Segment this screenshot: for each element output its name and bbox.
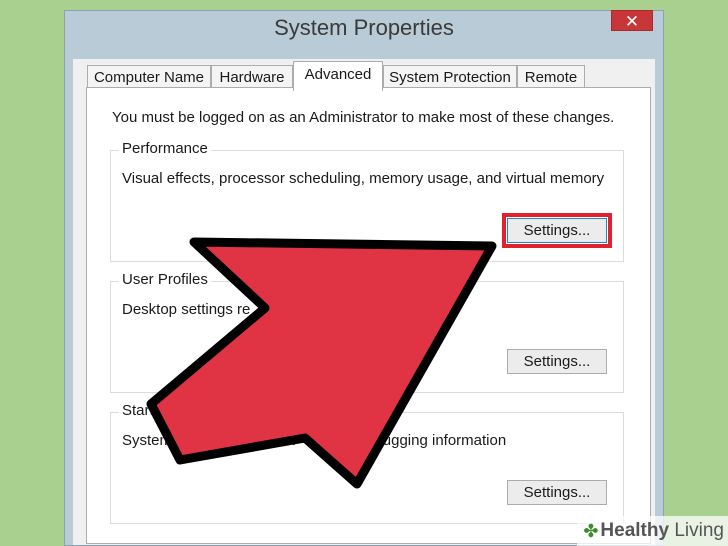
performance-group: Performance Visual effects, processor sc… bbox=[110, 140, 624, 262]
highlight-box bbox=[502, 213, 612, 248]
group-title: Performance bbox=[119, 140, 211, 157]
admin-notice: You must be logged on as an Administrato… bbox=[112, 109, 615, 126]
group-description: Desktop settings re bbox=[122, 301, 251, 318]
window-title: System Properties bbox=[274, 15, 454, 40]
close-button[interactable]: ✕ bbox=[611, 10, 653, 31]
tab-label: Advanced bbox=[304, 66, 372, 83]
watermark-brand-light: Living bbox=[674, 520, 724, 541]
close-icon: ✕ bbox=[624, 12, 640, 31]
startup-recovery-group: Startup d Recovery System startup, system… bbox=[110, 402, 624, 524]
tab-label: Hardware bbox=[219, 69, 285, 86]
watermark-text: Healthy Living bbox=[600, 520, 724, 542]
tab-label: Computer Name bbox=[93, 69, 205, 86]
watermark-brand-bold: Healthy bbox=[600, 520, 670, 541]
startup-recovery-settings-button[interactable]: Settings... bbox=[507, 480, 607, 505]
tab-label: System Protection bbox=[389, 69, 511, 86]
group-description: Visual effects, processor scheduling, me… bbox=[122, 170, 605, 187]
group-title-start: Startup bbox=[122, 402, 171, 419]
user-profiles-group: User Profiles Desktop settings re Settin… bbox=[110, 271, 624, 393]
button-label: Settings... bbox=[523, 353, 591, 370]
group-description: System startup, system fa and debugging i… bbox=[122, 432, 506, 449]
group-description-end: and debugging information bbox=[328, 432, 507, 449]
tab-label: Remote bbox=[524, 69, 578, 86]
group-title-end: d Recovery bbox=[220, 402, 297, 419]
healthy-living-watermark: ✤ Healthy Living bbox=[577, 516, 728, 546]
tab-advanced[interactable]: Advanced bbox=[293, 61, 383, 91]
leaf-icon: ✤ bbox=[583, 520, 599, 541]
button-label: Settings... bbox=[523, 484, 591, 501]
user-profiles-settings-button[interactable]: Settings... bbox=[507, 349, 607, 374]
group-title: Startup d Recovery bbox=[119, 402, 300, 419]
performance-settings-button[interactable]: Settings... bbox=[502, 213, 612, 248]
title-bar[interactable]: System Properties ✕ bbox=[65, 10, 663, 59]
group-description-start: System startup, system fa bbox=[122, 432, 295, 449]
advanced-tab-panel: You must be logged on as an Administrato… bbox=[86, 87, 651, 544]
group-title: User Profiles bbox=[119, 271, 211, 288]
